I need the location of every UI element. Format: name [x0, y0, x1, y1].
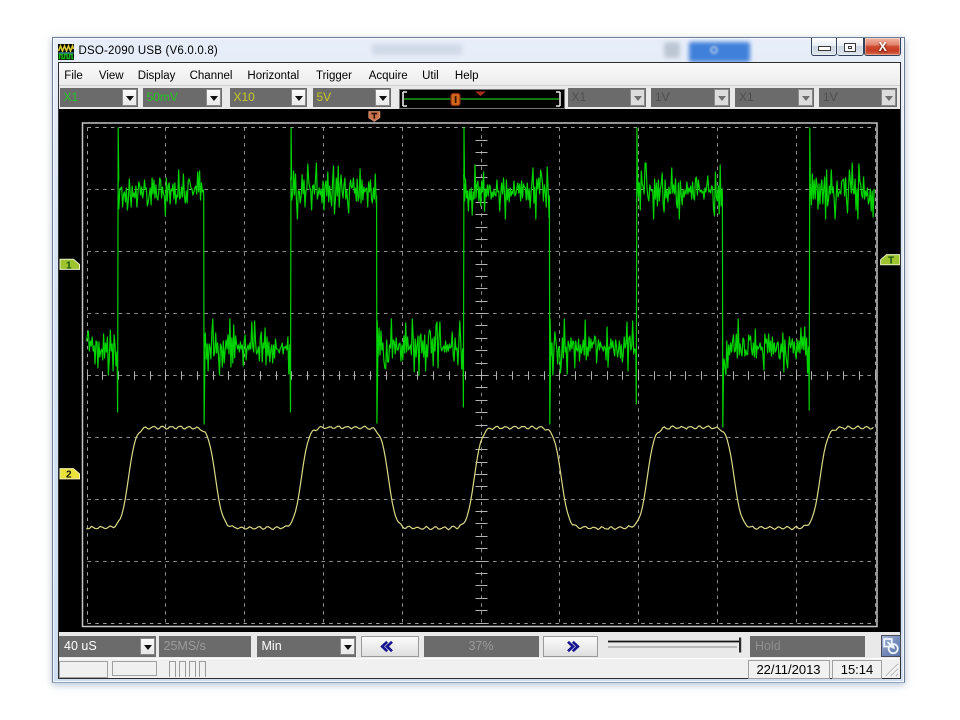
svg-text:1: 1 — [66, 260, 72, 271]
svg-text:2: 2 — [66, 470, 72, 481]
svg-text:T: T — [888, 256, 894, 267]
